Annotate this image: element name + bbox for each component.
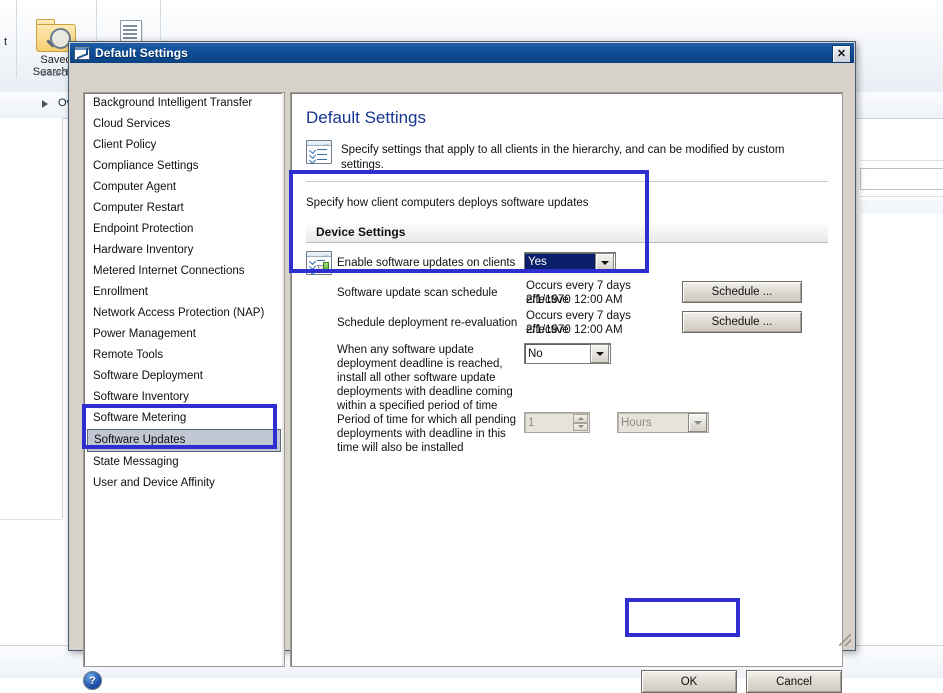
ribbon-left-label: t: [4, 36, 8, 48]
chevron-down-icon[interactable]: [688, 413, 707, 432]
category-item-software-inventory[interactable]: Software Inventory: [84, 387, 284, 408]
checklist-chart-icon: •••: [306, 251, 332, 276]
pane-description: Specify settings that apply to all clien…: [341, 144, 785, 171]
default-settings-dialog: Default Settings ✕ Background Intelligen…: [68, 41, 856, 693]
pending-deployment-period-units-combo[interactable]: Hours: [617, 412, 709, 433]
category-item-hardware-inventory[interactable]: Hardware Inventory: [84, 240, 284, 261]
dialog-titlebar[interactable]: Default Settings ✕: [70, 43, 854, 63]
pane-subheading: Specify how client computers deploys sof…: [306, 197, 589, 209]
category-list[interactable]: Background Intelligent Transfer Cloud Se…: [83, 92, 285, 667]
chevron-down-icon[interactable]: [595, 253, 614, 272]
resize-grip[interactable]: [839, 634, 851, 646]
help-icon[interactable]: ?: [83, 671, 102, 690]
cancel-button[interactable]: Cancel: [746, 670, 842, 693]
ribbon-divider: [16, 0, 17, 78]
group-header-label: Device Settings: [316, 225, 406, 239]
category-item-software-metering[interactable]: Software Metering: [84, 408, 284, 429]
background-rule: [860, 196, 943, 197]
close-icon[interactable]: ✕: [832, 45, 851, 63]
install-other-deployments-label: When any software update deployment dead…: [337, 344, 513, 412]
category-item-power-management[interactable]: Power Management: [84, 324, 284, 345]
checklist-window-icon: •••: [306, 140, 332, 165]
category-item-user-and-device-affinity[interactable]: User and Device Affinity: [84, 473, 284, 494]
category-item-software-updates[interactable]: Software Updates: [87, 429, 281, 452]
background-search-input[interactable]: [860, 168, 943, 190]
chevron-right-icon: [42, 100, 48, 108]
schedule-deployment-re-evaluation-value-line2: 2/1/1970 12:00 AM: [526, 324, 623, 336]
category-item-background-intelligent-transfer[interactable]: Background Intelligent Transfer: [84, 93, 284, 114]
enable-software-updates-value: Yes: [525, 254, 595, 271]
category-item-cloud-services[interactable]: Cloud Services: [84, 114, 284, 135]
pending-deployment-period-value: 1: [528, 416, 535, 429]
background-rule: [0, 519, 62, 520]
stepper-up-icon[interactable]: [573, 414, 588, 423]
chevron-down-icon[interactable]: [590, 344, 609, 363]
background-rule: [860, 160, 943, 161]
category-item-client-policy[interactable]: Client Policy: [84, 135, 284, 156]
category-item-state-messaging[interactable]: State Messaging: [84, 452, 284, 473]
category-item-software-deployment[interactable]: Software Deployment: [84, 366, 284, 387]
category-item-metered-internet-connections[interactable]: Metered Internet Connections: [84, 261, 284, 282]
pending-deployment-period-label: Period of time for which all pending dep…: [337, 414, 516, 454]
dialog-body: Background Intelligent Transfer Cloud Se…: [70, 63, 854, 693]
background-band: [860, 200, 943, 214]
list-scrollbar[interactable]: [282, 93, 284, 666]
dialog-title: Default Settings: [95, 46, 188, 60]
category-item-computer-agent[interactable]: Computer Agent: [84, 177, 284, 198]
install-other-deployments-combo[interactable]: No: [524, 343, 611, 364]
category-item-compliance-settings[interactable]: Compliance Settings: [84, 156, 284, 177]
group-header-device-settings: Device Settings: [306, 223, 828, 243]
schedule-deployment-re-evaluation-label: Schedule deployment re-evaluation: [337, 317, 518, 329]
install-other-deployments-value: No: [528, 347, 543, 360]
page-title: Default Settings: [306, 108, 427, 127]
category-item-remote-tools[interactable]: Remote Tools: [84, 345, 284, 366]
settings-window-icon: [74, 46, 90, 60]
pending-deployment-period-units-value: Hours: [621, 416, 652, 429]
stepper-buttons[interactable]: [573, 414, 588, 431]
software-update-scan-schedule-label: Software update scan schedule: [337, 287, 498, 299]
category-item-computer-restart[interactable]: Computer Restart: [84, 198, 284, 219]
software-update-scan-schedule-button[interactable]: Schedule ...: [682, 281, 802, 303]
schedule-deployment-re-evaluation-button[interactable]: Schedule ...: [682, 311, 802, 333]
background-left-panel: [0, 118, 63, 518]
pane-divider: [306, 181, 828, 182]
software-update-scan-schedule-value-line2: 2/1/1970 12:00 AM: [526, 294, 623, 306]
enable-software-updates-label: Enable software updates on clients: [337, 257, 516, 269]
category-item-enrollment[interactable]: Enrollment: [84, 282, 284, 303]
ok-button[interactable]: OK: [641, 670, 737, 693]
enable-software-updates-combo[interactable]: Yes: [524, 252, 616, 273]
category-item-network-access-protection[interactable]: Network Access Protection (NAP): [84, 303, 284, 324]
category-item-endpoint-protection[interactable]: Endpoint Protection: [84, 219, 284, 240]
stepper-down-icon[interactable]: [573, 422, 588, 431]
pending-deployment-period-stepper[interactable]: 1: [524, 412, 590, 433]
settings-pane: Default Settings ••• Specify settings th…: [290, 92, 843, 667]
